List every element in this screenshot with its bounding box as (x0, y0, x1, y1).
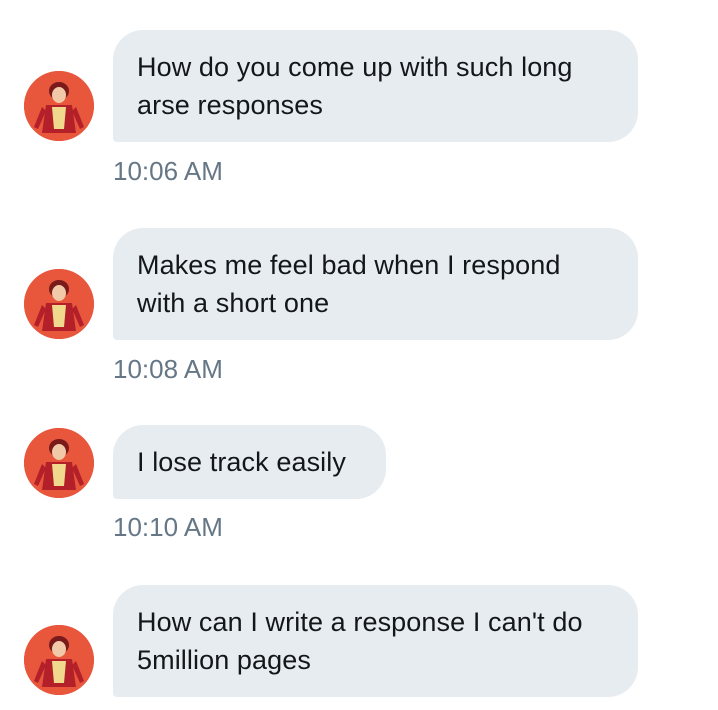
user-avatar-icon[interactable] (24, 269, 94, 339)
message-bubble[interactable]: Makes me feel bad when I respond with a … (113, 228, 638, 340)
message-text: Makes me feel bad when I respond with a … (137, 250, 561, 318)
message-timestamp: 10:06 AM (113, 156, 223, 186)
user-avatar-icon[interactable] (24, 625, 94, 695)
message-bubble[interactable]: How can I write a response I can't do 5m… (113, 585, 638, 697)
message-text: I lose track easily (137, 447, 346, 477)
message-thread: How do you come up with such long arse r… (0, 0, 718, 710)
message-bubble[interactable]: How do you come up with such long arse r… (113, 30, 638, 142)
user-avatar-icon[interactable] (24, 428, 94, 498)
message-text: How can I write a response I can't do 5m… (137, 607, 583, 675)
message-timestamp: 10:10 AM (113, 512, 223, 542)
user-avatar-icon[interactable] (24, 71, 94, 141)
message-text: How do you come up with such long arse r… (137, 52, 573, 120)
message-bubble[interactable]: I lose track easily (113, 425, 386, 499)
message-timestamp: 10:08 AM (113, 354, 223, 384)
